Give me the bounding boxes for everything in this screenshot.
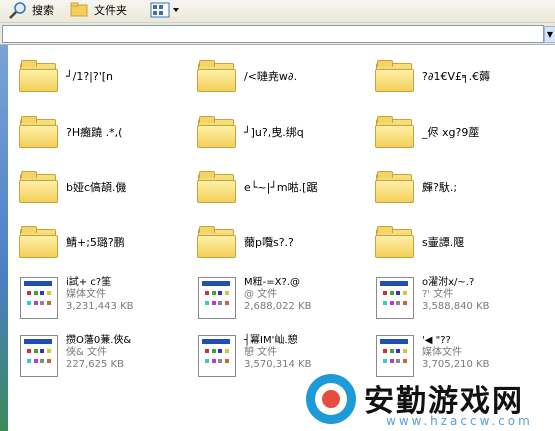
folder-item[interactable]: ┘/1?|?'[n [18, 59, 113, 93]
folder-icon [18, 59, 58, 93]
address-input[interactable] [2, 25, 544, 43]
address-dropdown-button[interactable]: ▼ [544, 26, 555, 43]
search-button[interactable]: 搜索 [6, 0, 54, 20]
file-item[interactable]: i試+ c?筀 媒体文件 3,231,443 KB [16, 273, 186, 323]
media-file-icon [376, 277, 414, 319]
chevron-down-icon: ▼ [546, 30, 554, 39]
folder-label: /<嗹尭w∂. [244, 70, 298, 83]
folder-label: ?∂1€V£╕.€薅 [422, 70, 491, 83]
folder-label: e└~|┘m喖.[踞 [244, 181, 318, 194]
folder-icon [196, 170, 236, 204]
file-type: 俠& 文件 [66, 347, 107, 358]
toolbar: 搜索 文件夹 [0, 0, 555, 23]
views-icon [150, 2, 179, 18]
folder-label: 皹?馱.; [422, 181, 458, 194]
file-type: @ 文件 [244, 289, 278, 300]
folder-icon [18, 170, 58, 204]
file-item[interactable]: M粈-=X?.@ @ 文件 2,688,022 KB [194, 273, 364, 323]
folder-icon [374, 115, 414, 149]
file-name: 攒O藩0蒹.俠& [66, 335, 132, 346]
search-icon [9, 2, 26, 19]
address-bar: ▼ [0, 23, 555, 45]
folder-item[interactable]: 鯖+;5璐?鹏 [18, 225, 125, 259]
folder-label: _侭 xg?9蓙 [422, 126, 480, 139]
views-button[interactable] [150, 0, 180, 20]
file-type: ?' 文件 [422, 289, 454, 300]
folders-label: 文件夹 [94, 4, 127, 17]
folder-icon [18, 115, 58, 149]
file-size: 3,588,840 KB [422, 301, 490, 312]
folder-label: 鯖+;5璐?鹏 [66, 236, 125, 249]
folder-item[interactable]: 皹?馱.; [374, 170, 457, 204]
folders-icon [70, 2, 88, 17]
folder-icon [196, 59, 236, 93]
media-file-icon [198, 335, 236, 377]
folder-icon [374, 225, 414, 259]
folder-item[interactable]: b娅c傐頡.僟 [18, 170, 127, 204]
watermark-url: www.hzaccw.com [386, 414, 533, 428]
folder-label: s壷譚.隁 [422, 236, 465, 249]
file-type: 媒体文件 [422, 347, 462, 358]
task-pane-edge [0, 45, 8, 431]
file-name: i試+ c?筀 [66, 277, 112, 288]
media-file-icon [20, 277, 58, 319]
media-file-icon [198, 277, 236, 319]
folder-item[interactable]: _侭 xg?9蓙 [374, 115, 479, 149]
folder-item[interactable]: e└~|┘m喖.[踞 [196, 170, 317, 204]
folder-icon [374, 59, 414, 93]
search-label: 搜索 [32, 4, 54, 17]
file-name: M粈-=X?.@ [244, 277, 300, 288]
file-type: 憩 文件 [244, 347, 278, 358]
folder-icon [18, 225, 58, 259]
file-item[interactable]: o濯泭x/~.? ?' 文件 3,588,840 KB [372, 273, 550, 323]
file-size: 227,625 KB [66, 359, 124, 370]
watermark-logo-icon [306, 374, 356, 424]
folder-icon [374, 170, 414, 204]
file-item[interactable]: 攒O藩0蒹.俠& 俠& 文件 227,625 KB [16, 331, 186, 381]
site-watermark: 安勤游戏网 www.hzaccw.com [300, 370, 555, 431]
folder-item[interactable]: /<嗹尭w∂. [196, 59, 297, 93]
file-size: 2,688,022 KB [244, 301, 312, 312]
folders-button[interactable]: 文件夹 [70, 0, 127, 20]
folder-icon [196, 225, 236, 259]
media-file-icon [20, 335, 58, 377]
folder-item[interactable]: ?H癱蹺 .*,( [18, 115, 122, 149]
folder-label: 薾p囕s?.? [244, 236, 294, 249]
file-name: o濯泭x/~.? [422, 277, 475, 288]
folder-item[interactable]: s壷譚.隁 [374, 225, 464, 259]
file-size: 3,231,443 KB [66, 301, 134, 312]
file-name: '◀ "?? [422, 335, 451, 346]
folder-item[interactable]: ?∂1€V£╕.€薅 [374, 59, 490, 93]
folder-item[interactable]: ┘]u?,曳.绑q [196, 115, 304, 149]
folder-label: ┘/1?|?'[n [66, 69, 113, 83]
folder-label: b娅c傐頡.僟 [66, 181, 127, 194]
file-type: 媒体文件 [66, 289, 106, 300]
folder-icon [196, 115, 236, 149]
file-name: ┤冪IM'屾.憩 [244, 335, 298, 346]
folder-label: ┘]u?,曳.绑q [244, 126, 304, 139]
folder-label: ?H癱蹺 .*,( [66, 126, 123, 139]
folder-item[interactable]: 薾p囕s?.? [196, 225, 294, 259]
